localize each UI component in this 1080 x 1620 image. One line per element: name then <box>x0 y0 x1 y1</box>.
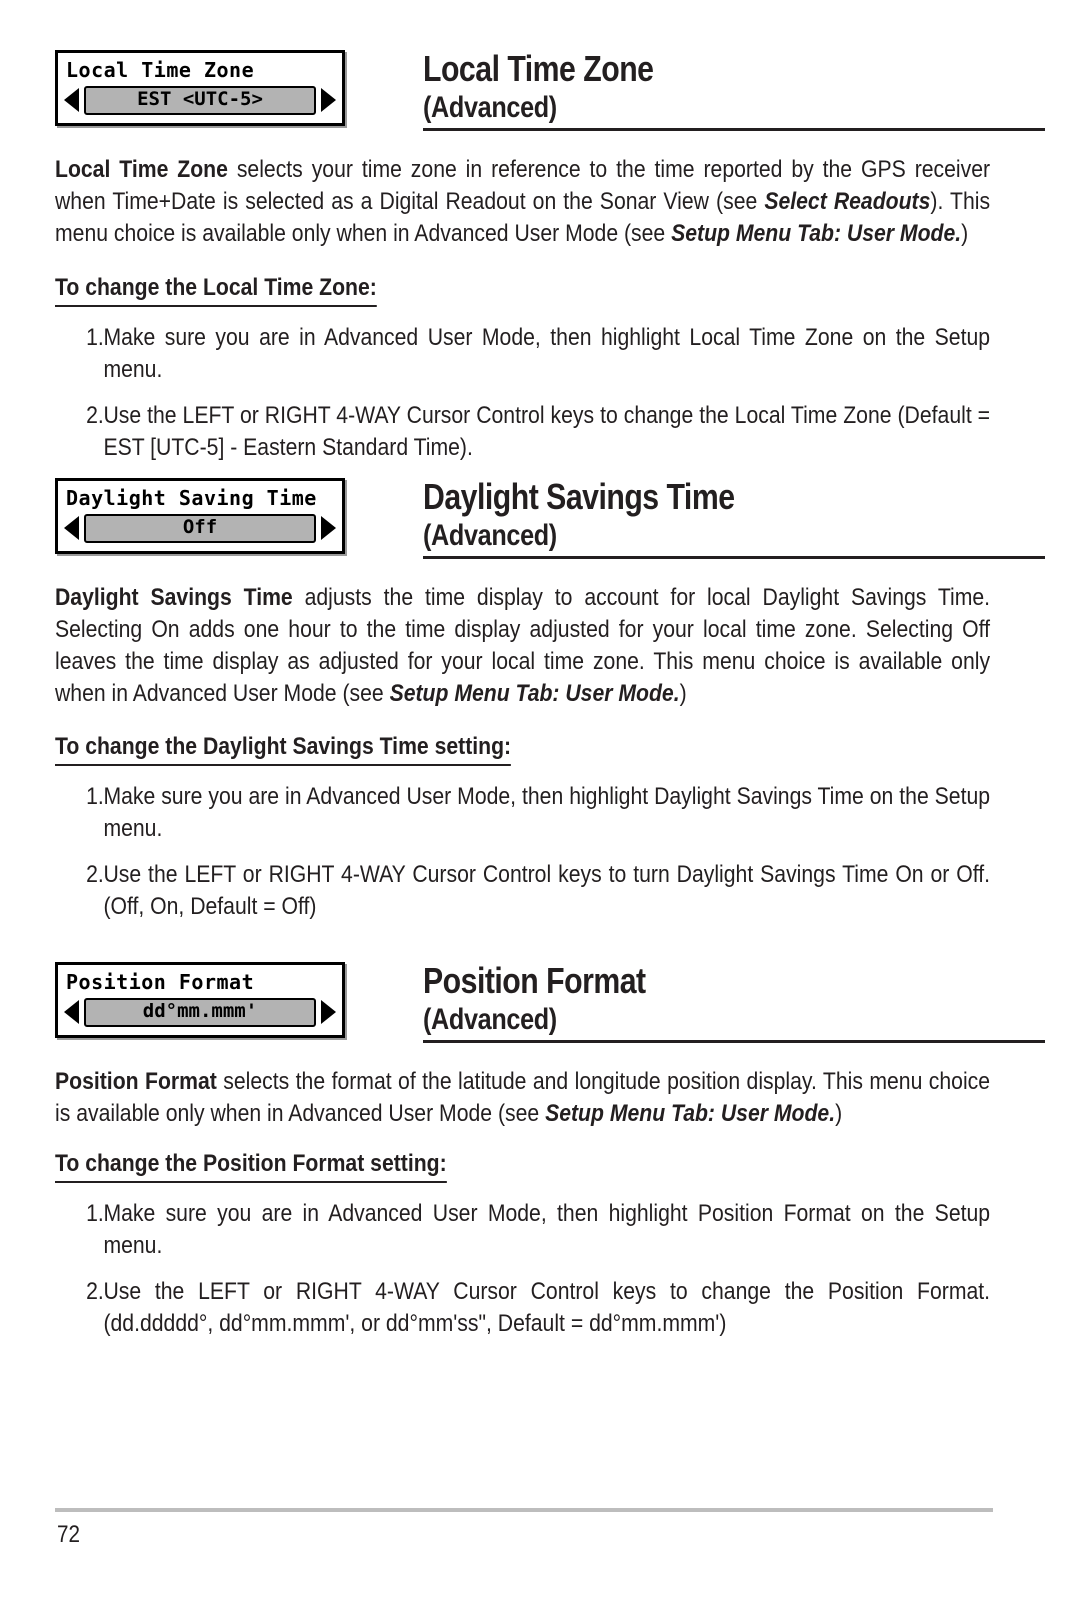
heading-divider <box>423 556 1045 560</box>
menu-widget-value: dd°mm.mmm' <box>84 998 316 1027</box>
left-arrow-icon[interactable] <box>64 516 79 541</box>
menu-widget-title: Daylight Saving Time <box>66 486 317 510</box>
left-arrow-icon[interactable] <box>64 88 79 113</box>
subhead-position-format: To change the Position Format setting: <box>55 1150 447 1183</box>
list-item-number: 1. <box>86 1200 104 1227</box>
heading-subtitle: (Advanced) <box>423 518 557 552</box>
heading-block-local-time-zone: Local Time Zone (Advanced) <box>423 48 1045 132</box>
right-arrow-icon[interactable] <box>321 1000 336 1025</box>
list-item: 1. Make sure you are in Advanced User Mo… <box>55 781 990 845</box>
list-item: 1. Make sure you are in Advanced User Mo… <box>55 1198 990 1262</box>
page-number: 72 <box>57 1521 80 1548</box>
heading-subtitle: (Advanced) <box>423 90 557 124</box>
right-arrow-icon[interactable] <box>321 516 336 541</box>
right-arrow-icon[interactable] <box>321 88 336 113</box>
heading-block-daylight-savings-time: Daylight Savings Time (Advanced) <box>423 476 1045 560</box>
steps-daylight-savings-time: 1. Make sure you are in Advanced User Mo… <box>55 781 990 936</box>
menu-widget-title: Position Format <box>66 970 255 994</box>
menu-widget-position-format: Position Format dd°mm.mmm' <box>55 962 345 1038</box>
list-item-text: Use the LEFT or RIGHT 4-WAY Cursor Contr… <box>103 1277 991 1337</box>
heading-subtitle: (Advanced) <box>423 1002 557 1036</box>
list-item-number: 2. <box>86 401 104 429</box>
list-item: 2. Use the LEFT or RIGHT 4-WAY Cursor Co… <box>55 859 990 923</box>
subhead-daylight-savings-time: To change the Daylight Savings Time sett… <box>55 733 512 766</box>
list-item-text: Use the LEFT or RIGHT 4-WAY Cursor Contr… <box>103 860 991 920</box>
list-item-number: 2. <box>86 860 104 888</box>
heading-divider <box>423 128 1045 132</box>
section-body-daylight-savings-time: Daylight Savings Time adjusts the time d… <box>55 584 991 707</box>
menu-widget-daylight-saving-time: Daylight Saving Time Off <box>55 478 345 554</box>
subhead-local-time-zone: To change the Local Time Zone: <box>55 274 377 307</box>
list-item: 2. Use the LEFT or RIGHT 4-WAY Cursor Co… <box>55 1276 990 1340</box>
list-item-text: Make sure you are in Advanced User Mode,… <box>103 1200 991 1259</box>
menu-widget-value: Off <box>84 514 316 543</box>
menu-widget-value-row: Off <box>64 514 336 543</box>
page-title: Position Format <box>423 960 646 1001</box>
menu-widget-value: EST <UTC-5> <box>84 86 316 115</box>
list-item-number: 1. <box>86 324 104 351</box>
page-title: Daylight Savings Time <box>423 476 735 517</box>
list-item-text: Make sure you are in Advanced User Mode,… <box>103 783 991 842</box>
footer-divider <box>55 1508 993 1512</box>
section-body-local-time-zone: Local Time Zone selects your time zone i… <box>55 156 991 247</box>
manual-page: Local Time Zone EST <UTC-5> Local Time Z… <box>0 0 1080 1620</box>
list-item-text: Use the LEFT or RIGHT 4-WAY Cursor Contr… <box>103 401 991 461</box>
menu-widget-value-row: dd°mm.mmm' <box>64 998 336 1027</box>
steps-position-format: 1. Make sure you are in Advanced User Mo… <box>55 1198 990 1353</box>
heading-divider <box>423 1040 1045 1044</box>
heading-block-position-format: Position Format (Advanced) <box>423 960 1045 1044</box>
list-item: 1. Make sure you are in Advanced User Mo… <box>55 322 990 386</box>
list-item: 2. Use the LEFT or RIGHT 4-WAY Cursor Co… <box>55 400 990 464</box>
menu-widget-title: Local Time Zone <box>66 58 255 82</box>
page-title: Local Time Zone <box>423 48 654 89</box>
menu-widget-value-row: EST <UTC-5> <box>64 86 336 115</box>
section-body-position-format: Position Format selects the format of th… <box>55 1068 991 1127</box>
left-arrow-icon[interactable] <box>64 1000 79 1025</box>
steps-local-time-zone: 1. Make sure you are in Advanced User Mo… <box>55 322 990 477</box>
menu-widget-local-time-zone: Local Time Zone EST <UTC-5> <box>55 50 345 126</box>
list-item-number: 1. <box>86 783 104 810</box>
list-item-text: Make sure you are in Advanced User Mode,… <box>103 324 991 383</box>
list-item-number: 2. <box>86 1277 104 1305</box>
